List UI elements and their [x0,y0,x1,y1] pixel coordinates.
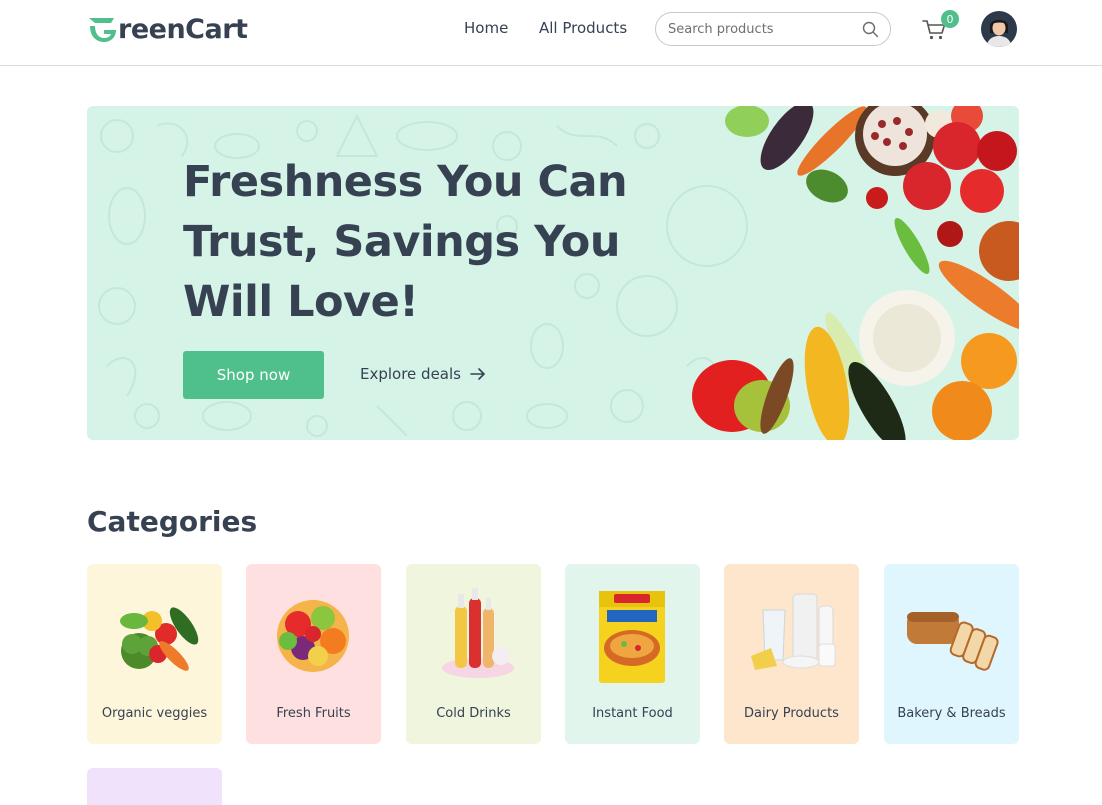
category-label: Fresh Fruits [276,706,351,721]
category-card-organic-veggies[interactable]: Organic veggies [87,564,222,744]
category-card-bakery-breads[interactable]: Bakery & Breads [884,564,1019,744]
explore-deals-link[interactable]: Explore deals [360,365,487,383]
category-label: Instant Food [592,706,673,721]
hero-vegetables-image [692,106,1019,440]
nav-all-products-link[interactable]: All Products [539,19,627,37]
search-icon[interactable] [862,21,879,38]
bakery-breads-image [907,612,999,671]
navbar: reenCart Home All Products 0 [0,0,1102,66]
category-card-dairy-products[interactable]: Dairy Products [724,564,859,744]
fresh-fruits-image [277,600,349,672]
arrow-right-icon [470,368,485,380]
cart-count-badge: 0 [941,10,959,28]
search-input[interactable] [668,21,848,37]
search-box [655,12,891,46]
hero-headline: Freshness You Can Trust, Savings You Wil… [183,157,628,327]
dairy-products-image [751,593,836,670]
avatar-icon [981,11,1017,47]
category-card-partial[interactable] [87,768,222,805]
nav-home-link[interactable]: Home [464,19,508,37]
shop-now-button[interactable]: Shop now [183,351,324,399]
category-label: Dairy Products [744,706,839,721]
category-card-cold-drinks[interactable]: Cold Drinks [406,564,541,744]
categories-heading: Categories [87,505,258,538]
logo-g-icon [89,18,116,42]
category-label: Cold Drinks [436,706,511,721]
explore-deals-label: Explore deals [360,365,461,383]
category-label: Bakery & Breads [897,706,1006,721]
hero-banner: Freshness You Can Trust, Savings You Wil… [87,106,1019,440]
user-avatar[interactable] [981,11,1017,47]
cold-drinks-image [442,588,514,678]
logo-text: reenCart [118,13,248,45]
instant-food-image [599,591,665,683]
category-label: Organic veggies [101,706,208,721]
organic-veggies-image [120,607,199,671]
greencart-logo[interactable]: reenCart [86,12,248,46]
category-card-instant-food[interactable]: Instant Food [565,564,700,744]
category-card-fresh-fruits[interactable]: Fresh Fruits [246,564,381,744]
